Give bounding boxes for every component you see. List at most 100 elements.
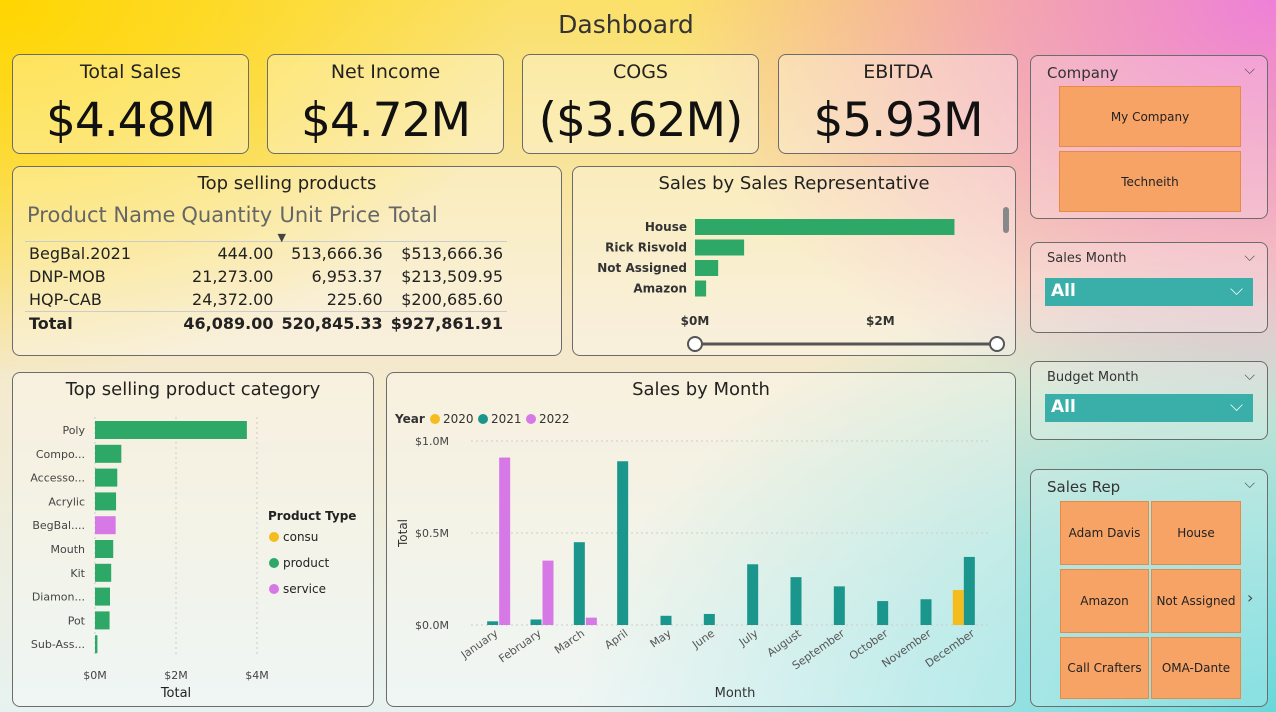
chevron-down-icon[interactable]: ⌵ (1244, 249, 1255, 265)
bar (952, 590, 964, 625)
tick-label: February (496, 627, 544, 666)
product-category-chart-panel: Top selling product category $0M $2M $4M Po… (12, 372, 374, 707)
bar (617, 461, 629, 625)
bar-label: House (645, 220, 687, 234)
kpi-label: COGS (612, 61, 668, 83)
company-tile[interactable]: My Company (1059, 86, 1241, 147)
bar-label: BegBal.... (32, 519, 85, 532)
bar (833, 586, 845, 625)
tick-label: $2M (164, 669, 188, 682)
tick-label: $0M (681, 314, 710, 328)
x-axis-title: Total (160, 686, 191, 701)
legend-label: product (283, 556, 329, 570)
range-slider-handle (989, 336, 1005, 352)
kpi-label: Net Income (330, 61, 441, 83)
cell: 225.60 (326, 290, 383, 309)
bar (920, 599, 932, 625)
cell: 21,273.00 (192, 267, 274, 286)
chevron-right-icon[interactable]: › (1247, 588, 1253, 607)
cell: $927,861.91 (386, 311, 508, 335)
tick-label: March (552, 627, 587, 657)
cell: BegBal.2021 (25, 241, 180, 265)
tick-label: April (602, 627, 630, 652)
page-title: Dashboard (558, 10, 694, 39)
bar (585, 617, 597, 625)
bar (95, 540, 114, 558)
tick-label: December (923, 627, 978, 671)
range-slider-handle (687, 336, 703, 352)
bar (95, 421, 247, 439)
chevron-down-icon[interactable]: ⌵ (1244, 476, 1255, 492)
kpi-value: $4.48M (45, 93, 216, 148)
kpi-cogs[interactable]: COGS ($3.62M) (522, 54, 759, 154)
cell: $513,666.36 (386, 241, 508, 265)
tick-label: May (648, 627, 674, 651)
table-row[interactable]: DNP-MOB 21,273.00 6,953.37 $213,509.95 (25, 265, 507, 288)
legend-title: Product Type (268, 509, 356, 523)
table-total-row: Total 46,089.00 520,845.33 $927,861.91 (25, 311, 508, 335)
chevron-down-icon[interactable]: ⌵ (1244, 368, 1255, 384)
legend-dot (526, 414, 536, 424)
company-slicer: Company ⌵ My Company Techneith (1030, 55, 1268, 219)
kpi-label: EBITDA (863, 61, 933, 83)
company-tile[interactable]: Techneith (1059, 151, 1241, 212)
cell: $200,685.60 (401, 290, 504, 309)
bar (499, 457, 511, 625)
bar-label: Amazon (633, 282, 687, 296)
sales-rep-slicer: Sales Rep ⌵ Adam Davis House Amazon Not … (1030, 469, 1268, 707)
cell: 6,953.37 (311, 267, 383, 286)
sales-month-slicer: Sales Month ⌵ All ⌵ (1030, 242, 1268, 333)
cell: 24,372.00 (192, 290, 274, 309)
top-products-panel: Top selling products Product Name Quanti… (12, 166, 562, 356)
top-products-title: Top selling products (197, 173, 377, 194)
bar (877, 601, 889, 625)
bar (95, 492, 117, 511)
cell: 46,089.00 (179, 311, 278, 335)
slicer-title: Company (1047, 64, 1119, 82)
bar-label: Diamon... (32, 591, 85, 604)
bar (573, 542, 585, 625)
tick-label: $1.0M (415, 435, 449, 448)
bar-label: Sub-Ass... (31, 638, 85, 651)
sales-rep-tile[interactable]: Not Assigned (1151, 569, 1241, 633)
budget-month-slicer: Budget Month ⌵ All ⌵ (1030, 361, 1268, 440)
kpi-total-sales[interactable]: Total Sales $4.48M (12, 54, 249, 154)
col-header-label: Unit Price (279, 203, 381, 227)
sales-rep-tile[interactable]: Adam Davis (1060, 501, 1149, 565)
sales-rep-tile[interactable]: OMA-Dante (1151, 637, 1241, 699)
legend-label: consu (283, 530, 318, 544)
sales-rep-tile[interactable]: Call Crafters (1060, 637, 1149, 699)
kpi-net-income[interactable]: Net Income $4.72M (267, 54, 504, 154)
bar (95, 563, 112, 582)
chevron-down-icon[interactable]: ⌵ (1244, 62, 1255, 78)
kpi-ebitda[interactable]: EBITDA $5.93M (778, 54, 1018, 154)
sales-rep-tile[interactable]: House (1151, 501, 1241, 565)
legend-dot (430, 414, 440, 424)
legend-dot (269, 584, 279, 594)
cell: Total (25, 311, 180, 335)
col-header-quantity[interactable]: Quantity (179, 203, 277, 242)
bar (695, 280, 707, 297)
sales-rep-tile[interactable]: Amazon (1060, 569, 1149, 633)
bar (530, 619, 542, 625)
chevron-down-icon: ⌵ (1230, 280, 1243, 300)
bar (695, 219, 955, 235)
legend-label: service (283, 582, 326, 596)
legend-label: 2021 (491, 412, 522, 426)
col-header-product[interactable]: Product Name (25, 203, 179, 242)
budget-month-dropdown[interactable]: All ⌵ (1045, 394, 1253, 422)
tick-label: July (736, 627, 761, 650)
bar (790, 577, 802, 625)
tick-label: $0.5M (415, 527, 449, 540)
table-row[interactable]: HQP-CAB 24,372.00 225.60 $200,685.60 (25, 288, 507, 312)
col-header-unit-price[interactable]: Unit Price ▼ (277, 203, 386, 244)
y-axis-title: Total (396, 519, 410, 548)
table-row[interactable]: BegBal.2021 444.00 513,666.36 $513,666.3… (25, 241, 508, 265)
sales-by-month-chart: Year 2020 2021 2022 $0.0M $0.5M $1.0M Total Mont… (394, 412, 991, 701)
col-header-total[interactable]: Total (387, 203, 507, 242)
sales-month-dropdown[interactable]: All ⌵ (1045, 278, 1253, 306)
dropdown-value: All (1051, 281, 1076, 301)
bar-label: Compo... (36, 448, 85, 461)
bar (95, 587, 110, 606)
bar (95, 611, 110, 630)
